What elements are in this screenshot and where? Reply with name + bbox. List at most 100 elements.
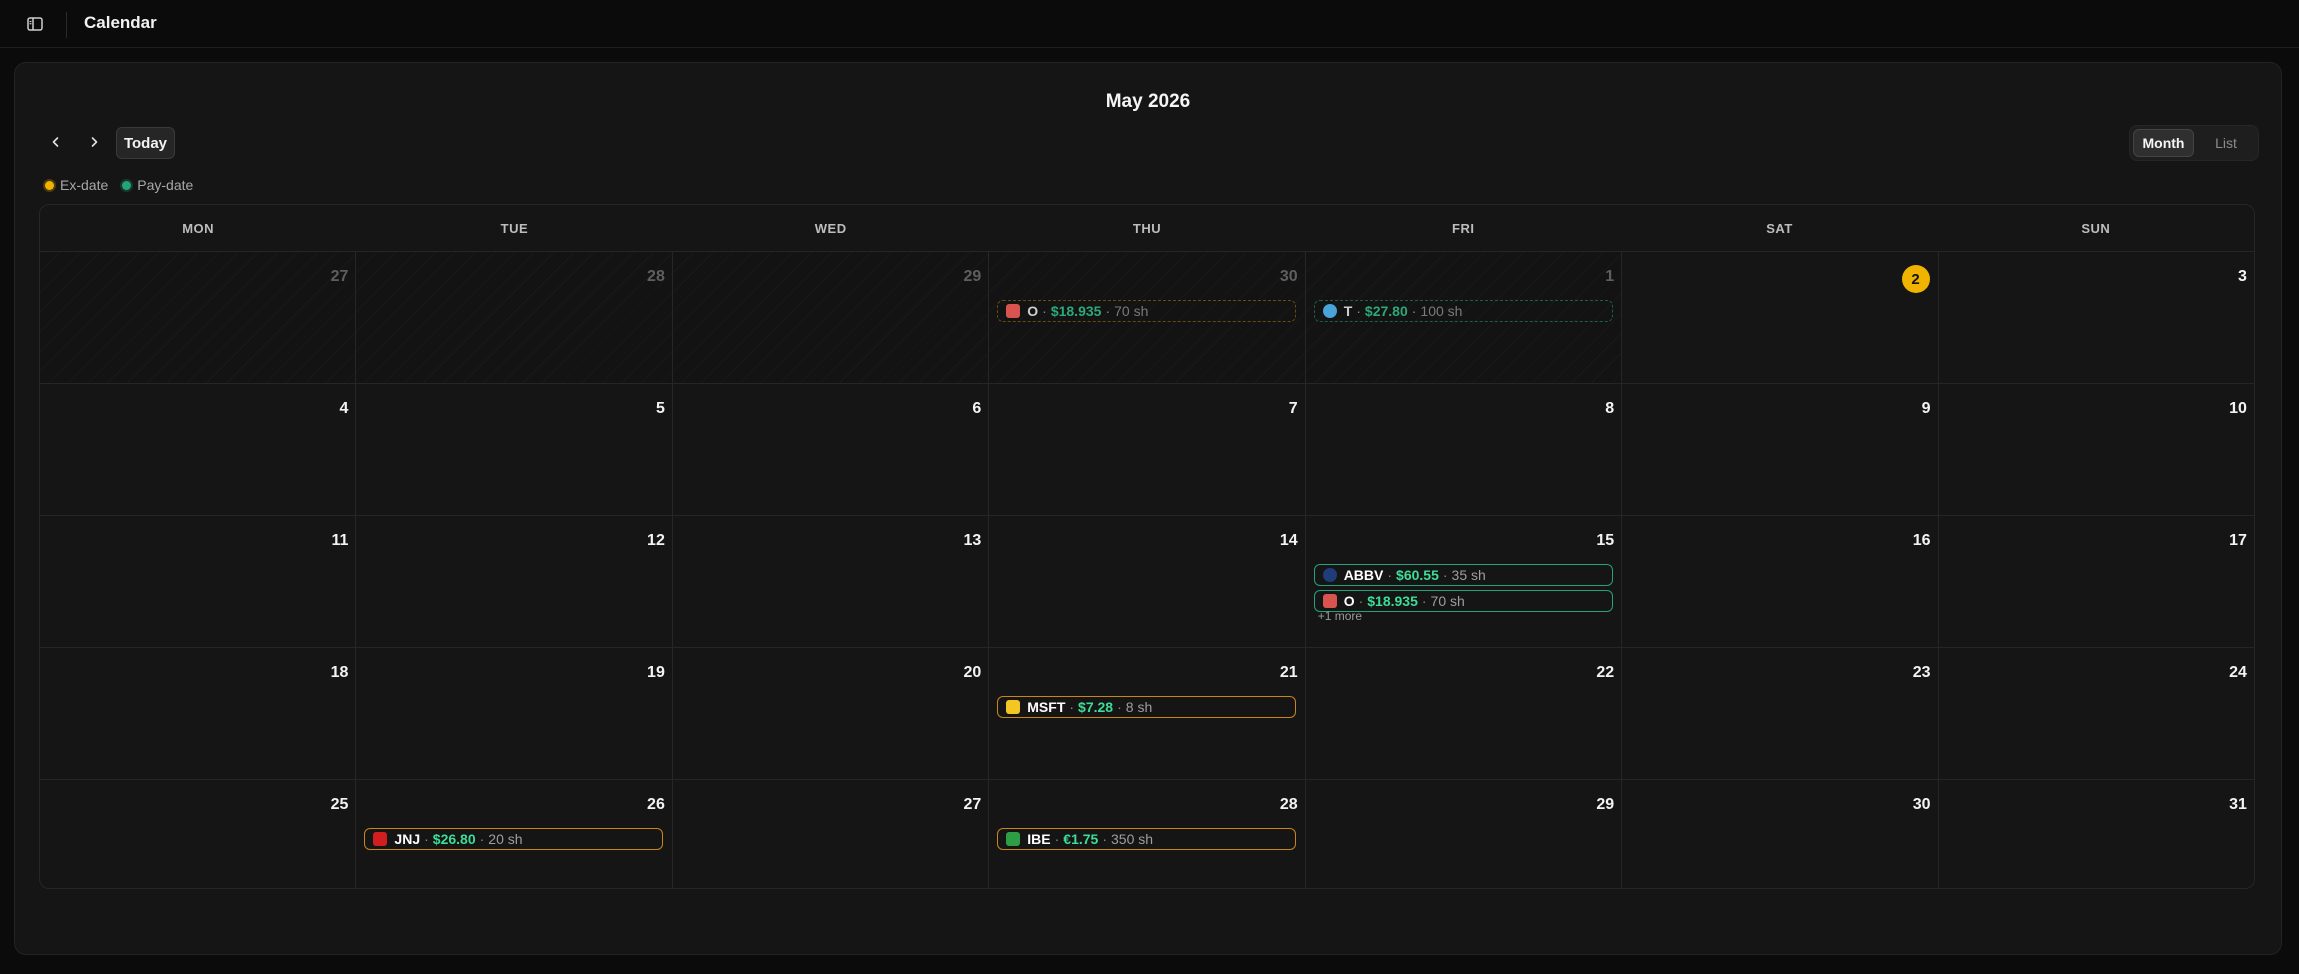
chevron-left-icon bbox=[52, 137, 59, 147]
calendar-panel: May 2026 Today Month List Ex-date Pay-da… bbox=[14, 62, 2282, 955]
event-ticker: JNJ bbox=[394, 831, 421, 847]
day-cell[interactable]: 21 MSFT · $7.28 · 8 sh bbox=[989, 648, 1306, 779]
abbv-logo-icon bbox=[1322, 568, 1337, 582]
week-row: 18 19 20 21 MSFT · $7.28 · 8 sh 22 23 24 bbox=[40, 648, 2254, 780]
event-amount: $26.80 bbox=[432, 831, 476, 847]
week-row: 27 28 29 30 O · $18.935 · 70 sh 1 T · $2… bbox=[40, 252, 2254, 384]
day-cell[interactable]: 24 bbox=[1939, 648, 2254, 779]
event-shares: 350 sh bbox=[1111, 831, 1154, 847]
previous-month-button[interactable] bbox=[41, 127, 71, 157]
event-amount: $27.80 bbox=[1364, 303, 1408, 319]
day-cell[interactable]: 28 bbox=[356, 252, 673, 383]
day-cell[interactable]: 30 bbox=[1622, 780, 1939, 888]
day-cell[interactable]: 23 bbox=[1622, 648, 1939, 779]
day-cell[interactable]: 22 bbox=[1306, 648, 1623, 779]
weekday-header: MON TUE WED THU FRI SAT SUN bbox=[40, 205, 2254, 252]
more-events-link[interactable]: +1 more bbox=[1318, 609, 1362, 623]
event-amount: €1.75 bbox=[1063, 831, 1099, 847]
event-chip-abbv[interactable]: ABBV · $60.55 · 35 sh bbox=[1313, 564, 1613, 586]
day-number: 23 bbox=[1912, 664, 1931, 681]
day-cell[interactable]: 7 bbox=[989, 384, 1306, 515]
view-month-button[interactable]: Month bbox=[2133, 129, 2194, 157]
day-cell[interactable]: 13 bbox=[673, 516, 990, 647]
day-cell[interactable]: 27 bbox=[673, 780, 990, 888]
day-cell[interactable]: 29 bbox=[672, 252, 990, 383]
legend-ex-date-label: Ex-date bbox=[60, 177, 109, 193]
day-cell[interactable]: 8 bbox=[1306, 384, 1623, 515]
day-number: 25 bbox=[330, 796, 349, 813]
day-cell-today[interactable]: 2 bbox=[1622, 252, 1939, 383]
day-cell[interactable]: 5 bbox=[356, 384, 673, 515]
event-shares: 35 sh bbox=[1451, 567, 1486, 583]
event-ticker: ABBV bbox=[1343, 567, 1384, 583]
day-number: 14 bbox=[1279, 532, 1298, 549]
event-amount: $18.935 bbox=[1050, 303, 1102, 319]
day-cell[interactable]: 14 bbox=[989, 516, 1306, 647]
day-cell[interactable]: 4 bbox=[40, 384, 357, 515]
week-row: 25 26 JNJ · $26.80 · 20 sh 27 28 IBE · €… bbox=[40, 780, 2254, 888]
day-cell[interactable]: 10 bbox=[1939, 384, 2254, 515]
week-row: 4 5 6 7 8 9 10 bbox=[40, 384, 2254, 516]
msft-logo-icon bbox=[1006, 700, 1021, 714]
day-number: 3 bbox=[2238, 268, 2247, 285]
day-cell[interactable]: 30 O · $18.935 · 70 sh bbox=[989, 252, 1306, 383]
event-amount: $60.55 bbox=[1396, 567, 1439, 583]
day-number: 27 bbox=[330, 268, 349, 285]
day-cell[interactable]: 27 bbox=[40, 252, 357, 383]
day-number: 20 bbox=[963, 664, 982, 681]
sidebar-toggle-icon[interactable] bbox=[26, 15, 44, 33]
view-toggle: Month List bbox=[2129, 125, 2259, 161]
day-cell[interactable]: 25 bbox=[40, 780, 357, 888]
page-title: Calendar bbox=[84, 13, 157, 32]
day-cell[interactable]: 26 JNJ · $26.80 · 20 sh bbox=[356, 780, 673, 888]
ibe-logo-icon bbox=[1006, 832, 1021, 846]
pay-date-dot-icon bbox=[122, 180, 132, 190]
day-number: 1 bbox=[1605, 268, 1615, 285]
day-cell[interactable]: 15 ABBV · $60.55 · 35 sh O · $18.935 · 7… bbox=[1306, 516, 1623, 647]
event-shares: 70 sh bbox=[1430, 593, 1465, 609]
week-row: 11 12 13 14 15 ABBV · $60.55 · 35 sh O ·… bbox=[40, 516, 2254, 648]
topbar-divider bbox=[66, 12, 67, 38]
today-badge: 2 bbox=[1901, 265, 1930, 293]
day-cell[interactable]: 19 bbox=[356, 648, 673, 779]
day-cell[interactable]: 31 bbox=[1939, 780, 2254, 888]
today-button[interactable]: Today bbox=[116, 127, 175, 159]
view-list-button[interactable]: List bbox=[2196, 129, 2256, 157]
day-number: 22 bbox=[1596, 664, 1615, 681]
weekday-mon: MON bbox=[182, 220, 215, 236]
event-chip-msft[interactable]: MSFT · $7.28 · 8 sh bbox=[997, 696, 1297, 718]
day-number: 28 bbox=[647, 268, 665, 285]
day-cell[interactable]: 18 bbox=[40, 648, 357, 779]
day-cell[interactable]: 28 IBE · €1.75 · 350 sh bbox=[989, 780, 1306, 888]
day-cell[interactable]: 17 bbox=[1939, 516, 2254, 647]
day-number: 18 bbox=[330, 664, 349, 681]
event-chip-jnj[interactable]: JNJ · $26.80 · 20 sh bbox=[364, 828, 664, 850]
day-number: 9 bbox=[1921, 400, 1931, 417]
day-cell[interactable]: 20 bbox=[673, 648, 990, 779]
event-ticker: IBE bbox=[1027, 831, 1051, 847]
day-cell[interactable]: 3 bbox=[1939, 252, 2254, 383]
day-number: 15 bbox=[1596, 532, 1615, 549]
day-cell[interactable]: 11 bbox=[40, 516, 357, 647]
day-number: 12 bbox=[647, 532, 665, 549]
day-cell[interactable]: 12 bbox=[356, 516, 673, 647]
legend: Ex-date Pay-date bbox=[45, 177, 207, 193]
weekday-thu: THU bbox=[1132, 220, 1162, 236]
t-logo-icon bbox=[1322, 304, 1337, 318]
day-cell[interactable]: 1 T · $27.80 · 100 sh bbox=[1305, 252, 1623, 383]
day-cell[interactable]: 6 bbox=[673, 384, 990, 515]
o-logo-icon bbox=[1322, 594, 1337, 608]
event-chip-o[interactable]: O · $18.935 · 70 sh bbox=[997, 300, 1297, 322]
event-chip-t[interactable]: T · $27.80 · 100 sh bbox=[1313, 300, 1613, 322]
day-cell[interactable]: 16 bbox=[1622, 516, 1939, 647]
day-number: 6 bbox=[972, 400, 982, 417]
legend-pay-date-label: Pay-date bbox=[137, 177, 194, 193]
day-cell[interactable]: 9 bbox=[1622, 384, 1939, 515]
jnj-logo-icon bbox=[373, 832, 388, 846]
day-cell[interactable]: 29 bbox=[1306, 780, 1623, 888]
day-number: 24 bbox=[2229, 664, 2247, 681]
day-number: 21 bbox=[1279, 664, 1298, 681]
event-chip-ibe[interactable]: IBE · €1.75 · 350 sh bbox=[997, 828, 1297, 850]
next-month-button[interactable] bbox=[79, 127, 109, 157]
event-shares: 8 sh bbox=[1125, 699, 1153, 715]
